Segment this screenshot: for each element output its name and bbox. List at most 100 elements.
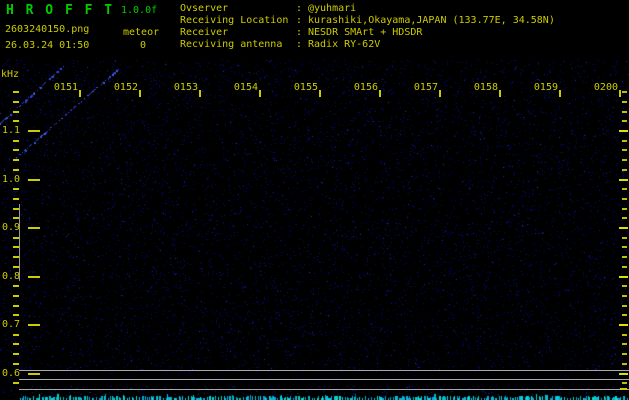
freq-major-tick-right — [619, 373, 628, 375]
freq-minor-tick — [13, 382, 19, 384]
info-colon: : — [296, 3, 308, 15]
meteor-label: meteor — [123, 27, 159, 38]
freq-minor-tick — [13, 314, 19, 316]
freq-minor-tick-right — [622, 285, 627, 287]
time-label: 0157 — [413, 83, 438, 93]
freq-major-tick-right — [619, 130, 628, 132]
info-colon: : — [296, 39, 308, 51]
time-tick — [499, 90, 501, 97]
freq-minor-tick-right — [622, 120, 627, 122]
freq-major-tick — [28, 130, 40, 132]
freq-minor-tick-right — [622, 208, 627, 210]
time-label: 0155 — [293, 83, 318, 93]
time-label: 0156 — [353, 83, 378, 93]
freq-major-tick — [28, 324, 40, 326]
reference-line-lower — [19, 389, 629, 390]
freq-minor-tick — [13, 169, 19, 171]
freq-major-tick-right — [619, 179, 628, 181]
meteor-count: 0 — [140, 40, 146, 51]
reference-line-middle — [19, 379, 629, 380]
freq-minor-tick-right — [622, 305, 627, 307]
freq-minor-tick — [13, 140, 19, 142]
time-tick — [199, 90, 201, 97]
freq-minor-tick — [13, 149, 19, 151]
info-colon: : — [296, 27, 308, 39]
file-datetime: 26.03.24 01:50 — [5, 40, 89, 51]
freq-minor-tick — [13, 188, 19, 190]
time-tick — [259, 90, 261, 97]
freq-major-tick — [28, 227, 40, 229]
app-version: 1.0.0f — [121, 5, 157, 16]
freq-minor-tick — [13, 343, 19, 345]
time-label: 0153 — [173, 83, 198, 93]
freq-minor-tick-right — [622, 334, 627, 336]
info-value: @yuhmari — [308, 3, 356, 15]
time-label: 0151 — [53, 83, 78, 93]
freq-label: 1.1 — [2, 126, 20, 136]
freq-minor-tick-right — [622, 217, 627, 219]
freq-minor-tick-right — [622, 237, 627, 239]
info-value: NESDR SMArt + HDSDR — [308, 27, 422, 39]
info-row: Receiver:NESDR SMArt + HDSDR — [180, 27, 555, 39]
freq-minor-tick — [13, 111, 19, 113]
freq-minor-tick — [13, 353, 19, 355]
freq-minor-tick-right — [622, 266, 627, 268]
time-label: 0200 — [593, 83, 618, 93]
freq-minor-tick-right — [622, 256, 627, 258]
freq-minor-tick-right — [622, 159, 627, 161]
info-row: Ovserver:@yuhmari — [180, 3, 555, 15]
time-label: 0158 — [473, 83, 498, 93]
freq-label: 0.6 — [2, 369, 20, 379]
left-scale-bar — [19, 204, 20, 281]
freq-minor-tick — [13, 101, 19, 103]
freq-minor-tick — [13, 120, 19, 122]
freq-major-tick-right — [619, 276, 628, 278]
bottom-right-tick — [620, 388, 627, 390]
info-row: Receiving Location:kurashiki,Okayama,JAP… — [180, 15, 555, 27]
freq-major-tick-right — [619, 324, 628, 326]
freq-minor-tick-right — [622, 363, 627, 365]
freq-label: 1.0 — [2, 175, 20, 185]
freq-axis-unit: kHz — [1, 70, 19, 80]
info-label: Recviving antenna — [180, 39, 296, 51]
freq-minor-tick-right — [622, 295, 627, 297]
freq-minor-tick-right — [622, 353, 627, 355]
freq-minor-tick — [13, 159, 19, 161]
info-label: Ovserver — [180, 3, 296, 15]
time-tick — [619, 90, 621, 97]
freq-minor-tick-right — [622, 198, 627, 200]
time-tick — [319, 90, 321, 97]
time-tick — [379, 90, 381, 97]
freq-minor-tick-right — [622, 169, 627, 171]
freq-major-tick — [28, 276, 40, 278]
freq-minor-tick — [13, 363, 19, 365]
freq-label: 0.8 — [2, 272, 20, 282]
freq-minor-tick — [13, 285, 19, 287]
time-tick — [559, 90, 561, 97]
time-label: 0154 — [233, 83, 258, 93]
time-label: 0152 — [113, 83, 138, 93]
app-title: H R O F F T — [6, 3, 114, 18]
receiver-info: Ovserver:@yuhmariReceiving Location:kura… — [180, 3, 555, 51]
freq-minor-tick-right — [622, 314, 627, 316]
freq-minor-tick — [13, 295, 19, 297]
freq-minor-tick — [13, 334, 19, 336]
info-value: kurashiki,Okayama,JAPAN (133.77E, 34.58N… — [308, 15, 555, 27]
freq-minor-tick — [13, 305, 19, 307]
freq-minor-tick-right — [622, 188, 627, 190]
time-tick — [439, 90, 441, 97]
freq-major-tick — [28, 373, 40, 375]
freq-major-tick — [28, 179, 40, 181]
hrofft-screen: H R O F F T 1.0.0f 2603240150.png meteor… — [0, 0, 629, 400]
freq-minor-tick-right — [622, 382, 627, 384]
freq-minor-tick-right — [622, 246, 627, 248]
time-label: 0159 — [533, 83, 558, 93]
info-colon: : — [296, 15, 308, 27]
reference-line-upper — [19, 370, 629, 371]
freq-minor-tick-right — [622, 101, 627, 103]
freq-minor-tick-right — [622, 140, 627, 142]
freq-minor-tick — [13, 198, 19, 200]
freq-minor-tick — [13, 91, 19, 93]
freq-major-tick-right — [619, 227, 628, 229]
info-row: Recviving antenna:Radix RY-62V — [180, 39, 555, 51]
